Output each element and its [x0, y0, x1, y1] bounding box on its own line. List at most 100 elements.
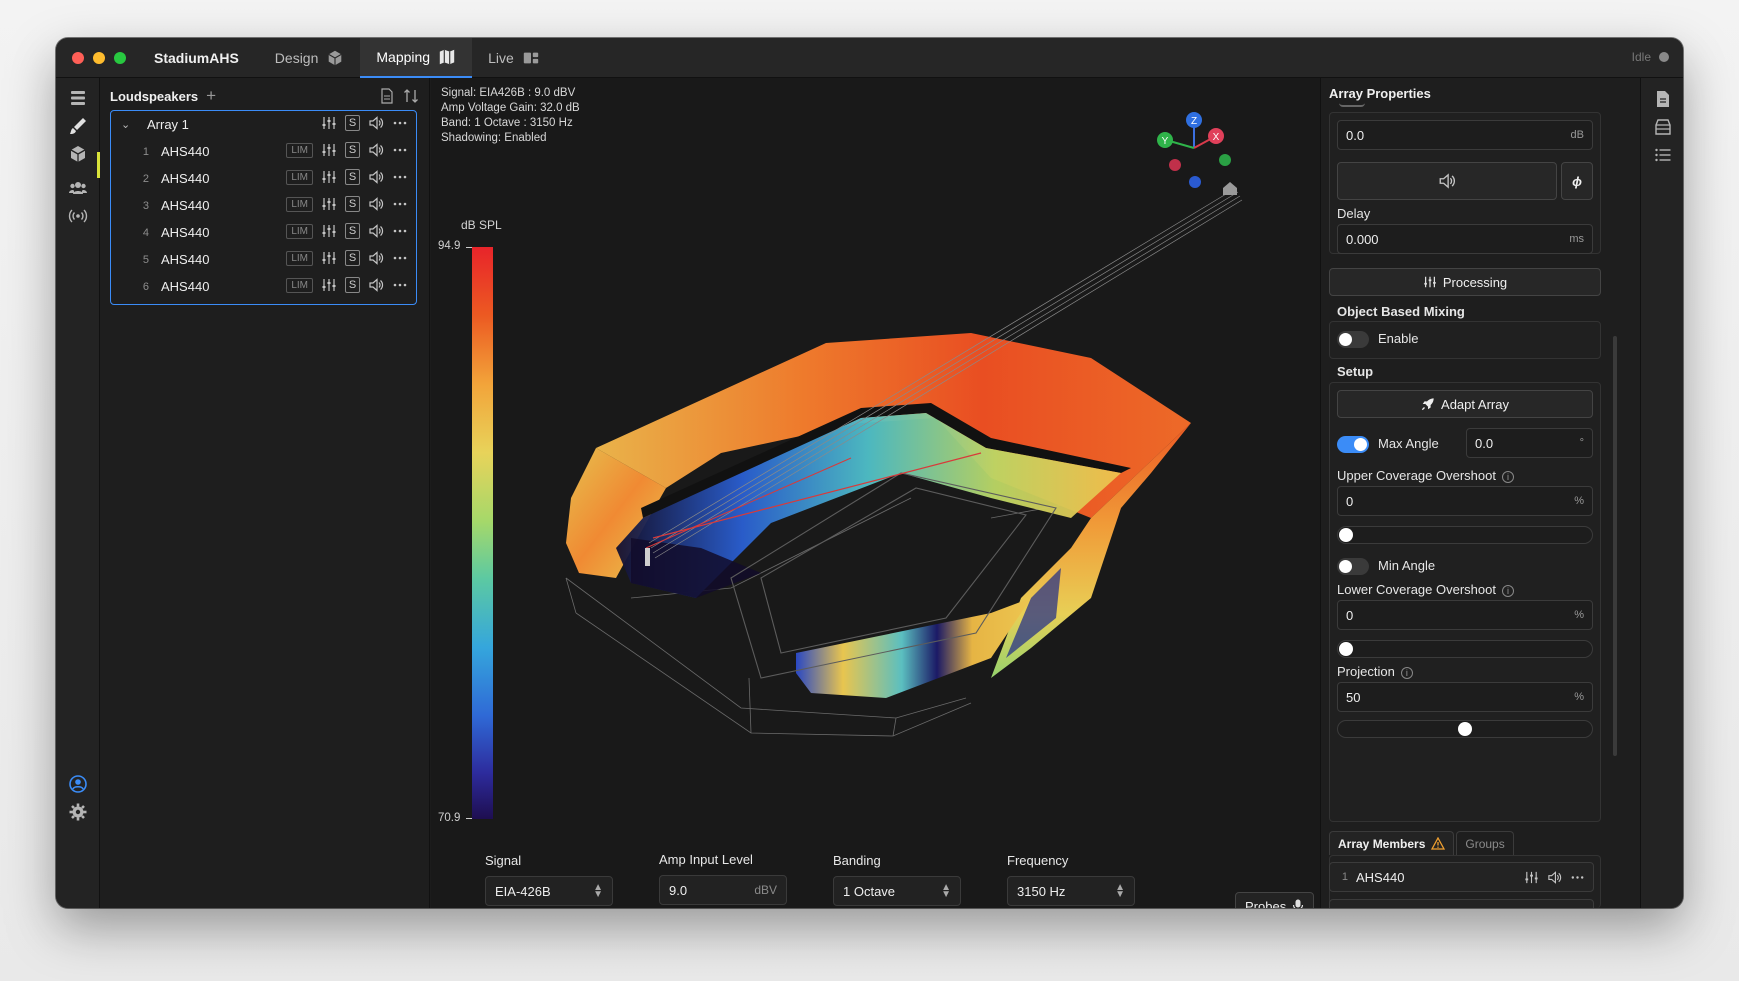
brush-icon[interactable] [66, 114, 90, 138]
projection-slider[interactable] [1337, 720, 1593, 738]
solo-button[interactable]: S [345, 223, 360, 239]
close-window-button[interactable] [72, 51, 84, 64]
mixer-icon[interactable] [321, 277, 337, 293]
projection-input[interactable]: 50 % [1337, 682, 1593, 712]
mixer-icon[interactable] [1524, 907, 1539, 909]
tab-mapping[interactable]: Mapping [360, 38, 473, 78]
limiter-badge[interactable]: LIM [286, 169, 313, 185]
venue-3d-view[interactable]: Z X Y [431, 78, 1320, 838]
limiter-badge[interactable]: LIM [286, 277, 313, 293]
speaker-row[interactable]: 6 AHS440 LIM S [111, 273, 416, 300]
chevron-down-icon[interactable]: ⌄ [121, 118, 135, 131]
sort-icon[interactable] [403, 88, 419, 104]
axes-gizmo[interactable]: Z X Y [1157, 112, 1231, 188]
slider-thumb[interactable] [1458, 722, 1472, 736]
mixer-icon[interactable] [321, 250, 337, 266]
document-icon[interactable] [379, 88, 395, 104]
mixer-icon[interactable] [321, 115, 337, 131]
limiter-badge[interactable]: LIM [286, 223, 313, 239]
properties-scrollbar[interactable] [1613, 336, 1617, 756]
array-member-row[interactable]: 2AHS440 [1329, 899, 1594, 908]
more-icon[interactable] [392, 196, 408, 212]
slider-thumb[interactable] [1339, 528, 1353, 542]
amp-input[interactable]: 9.0 dBV [659, 875, 787, 905]
banding-select[interactable]: 1 Octave ▲ ▼ [833, 876, 961, 906]
speaker-row[interactable]: 2 AHS440 LIM S [111, 165, 416, 192]
obm-enable-toggle[interactable] [1337, 331, 1369, 348]
mapping-viewport[interactable]: Z X Y Signal: EIA426B : 9.0 dBV Amp Volt… [431, 78, 1320, 908]
info-icon[interactable]: i [1501, 584, 1514, 597]
mixer-icon[interactable] [321, 196, 337, 212]
speaker-icon[interactable] [368, 142, 384, 158]
more-icon[interactable] [392, 223, 408, 239]
cube-icon[interactable] [66, 142, 90, 166]
upper-overshoot-input[interactable]: 0 % [1337, 486, 1593, 516]
lower-overshoot-input[interactable]: 0 % [1337, 600, 1593, 630]
more-icon[interactable] [392, 250, 408, 266]
archive-icon[interactable] [1652, 116, 1674, 138]
add-loudspeaker-button[interactable]: + [206, 86, 216, 106]
more-icon[interactable] [392, 115, 408, 131]
speaker-row[interactable]: 4 AHS440 LIM S [111, 219, 416, 246]
speaker-icon[interactable] [1547, 870, 1562, 885]
probes-button[interactable]: Probes [1235, 892, 1315, 908]
solo-button[interactable]: S [345, 250, 360, 266]
more-icon[interactable] [1570, 870, 1585, 885]
array-member-row[interactable]: 1 AHS440 [1329, 862, 1594, 892]
tab-array-members[interactable]: Array Members [1329, 831, 1455, 855]
toggle-partial[interactable] [1339, 103, 1365, 107]
info-icon[interactable]: i [1400, 666, 1413, 679]
minimize-window-button[interactable] [93, 51, 105, 64]
speaker-icon[interactable] [368, 277, 384, 293]
max-angle-toggle[interactable] [1337, 436, 1369, 453]
more-icon[interactable] [1570, 907, 1585, 909]
speaker-icon[interactable] [368, 223, 384, 239]
slider-thumb[interactable] [1339, 642, 1353, 656]
home-icon[interactable] [1223, 182, 1237, 195]
solo-button[interactable]: S [345, 169, 360, 185]
solo-button[interactable]: S [345, 277, 360, 293]
polarity-button[interactable]: ϕ [1561, 162, 1593, 200]
broadcast-icon[interactable] [66, 204, 90, 228]
axis-neg-z-handle[interactable] [1189, 176, 1201, 188]
limiter-badge[interactable]: LIM [286, 142, 313, 158]
speaker-row[interactable]: 1 AHS440 LIM S [111, 138, 416, 165]
limiter-badge[interactable]: LIM [286, 196, 313, 212]
speaker-icon[interactable] [368, 196, 384, 212]
speaker-icon[interactable] [368, 250, 384, 266]
speaker-row[interactable]: 3 AHS440 LIM S [111, 192, 416, 219]
array-row[interactable]: ⌄ Array 1 S [111, 111, 416, 138]
solo-button[interactable]: S [345, 115, 360, 131]
more-icon[interactable] [392, 169, 408, 185]
adapt-array-button[interactable]: Adapt Array [1337, 390, 1593, 418]
speaker-icon[interactable] [368, 115, 384, 131]
mute-button[interactable] [1337, 162, 1557, 200]
stack-icon[interactable] [66, 86, 90, 110]
upper-overshoot-slider[interactable] [1337, 526, 1593, 544]
mixer-icon[interactable] [1524, 870, 1539, 885]
axis-neg-x-handle[interactable] [1169, 159, 1181, 171]
speaker-icon[interactable] [1547, 907, 1562, 909]
speaker-row[interactable]: 5 AHS440 LIM S [111, 246, 416, 273]
signal-select[interactable]: EIA-426B ▲ ▼ [485, 876, 613, 906]
document-icon[interactable] [1652, 88, 1674, 110]
lower-overshoot-slider[interactable] [1337, 640, 1593, 658]
tab-design[interactable]: Design [259, 38, 361, 78]
axis-neg-y-handle[interactable] [1219, 154, 1231, 166]
solo-button[interactable]: S [345, 142, 360, 158]
delay-input[interactable]: 0.000 ms [1337, 224, 1593, 254]
limiter-badge[interactable]: LIM [286, 250, 313, 266]
info-icon[interactable]: i [1501, 470, 1514, 483]
tab-groups[interactable]: Groups [1456, 831, 1514, 855]
list-icon[interactable] [1652, 144, 1674, 166]
people-icon[interactable] [66, 176, 90, 200]
zoom-window-button[interactable] [114, 51, 126, 64]
processing-button[interactable]: Processing [1329, 268, 1601, 296]
mixer-icon[interactable] [321, 169, 337, 185]
gear-icon[interactable] [66, 800, 90, 824]
gain-input[interactable]: 0.0 dB [1337, 120, 1593, 150]
more-icon[interactable] [392, 142, 408, 158]
array-marker[interactable] [645, 548, 650, 566]
frequency-select[interactable]: 3150 Hz ▲ ▼ [1007, 876, 1135, 906]
max-angle-input[interactable]: 0.0 ° [1466, 428, 1593, 458]
